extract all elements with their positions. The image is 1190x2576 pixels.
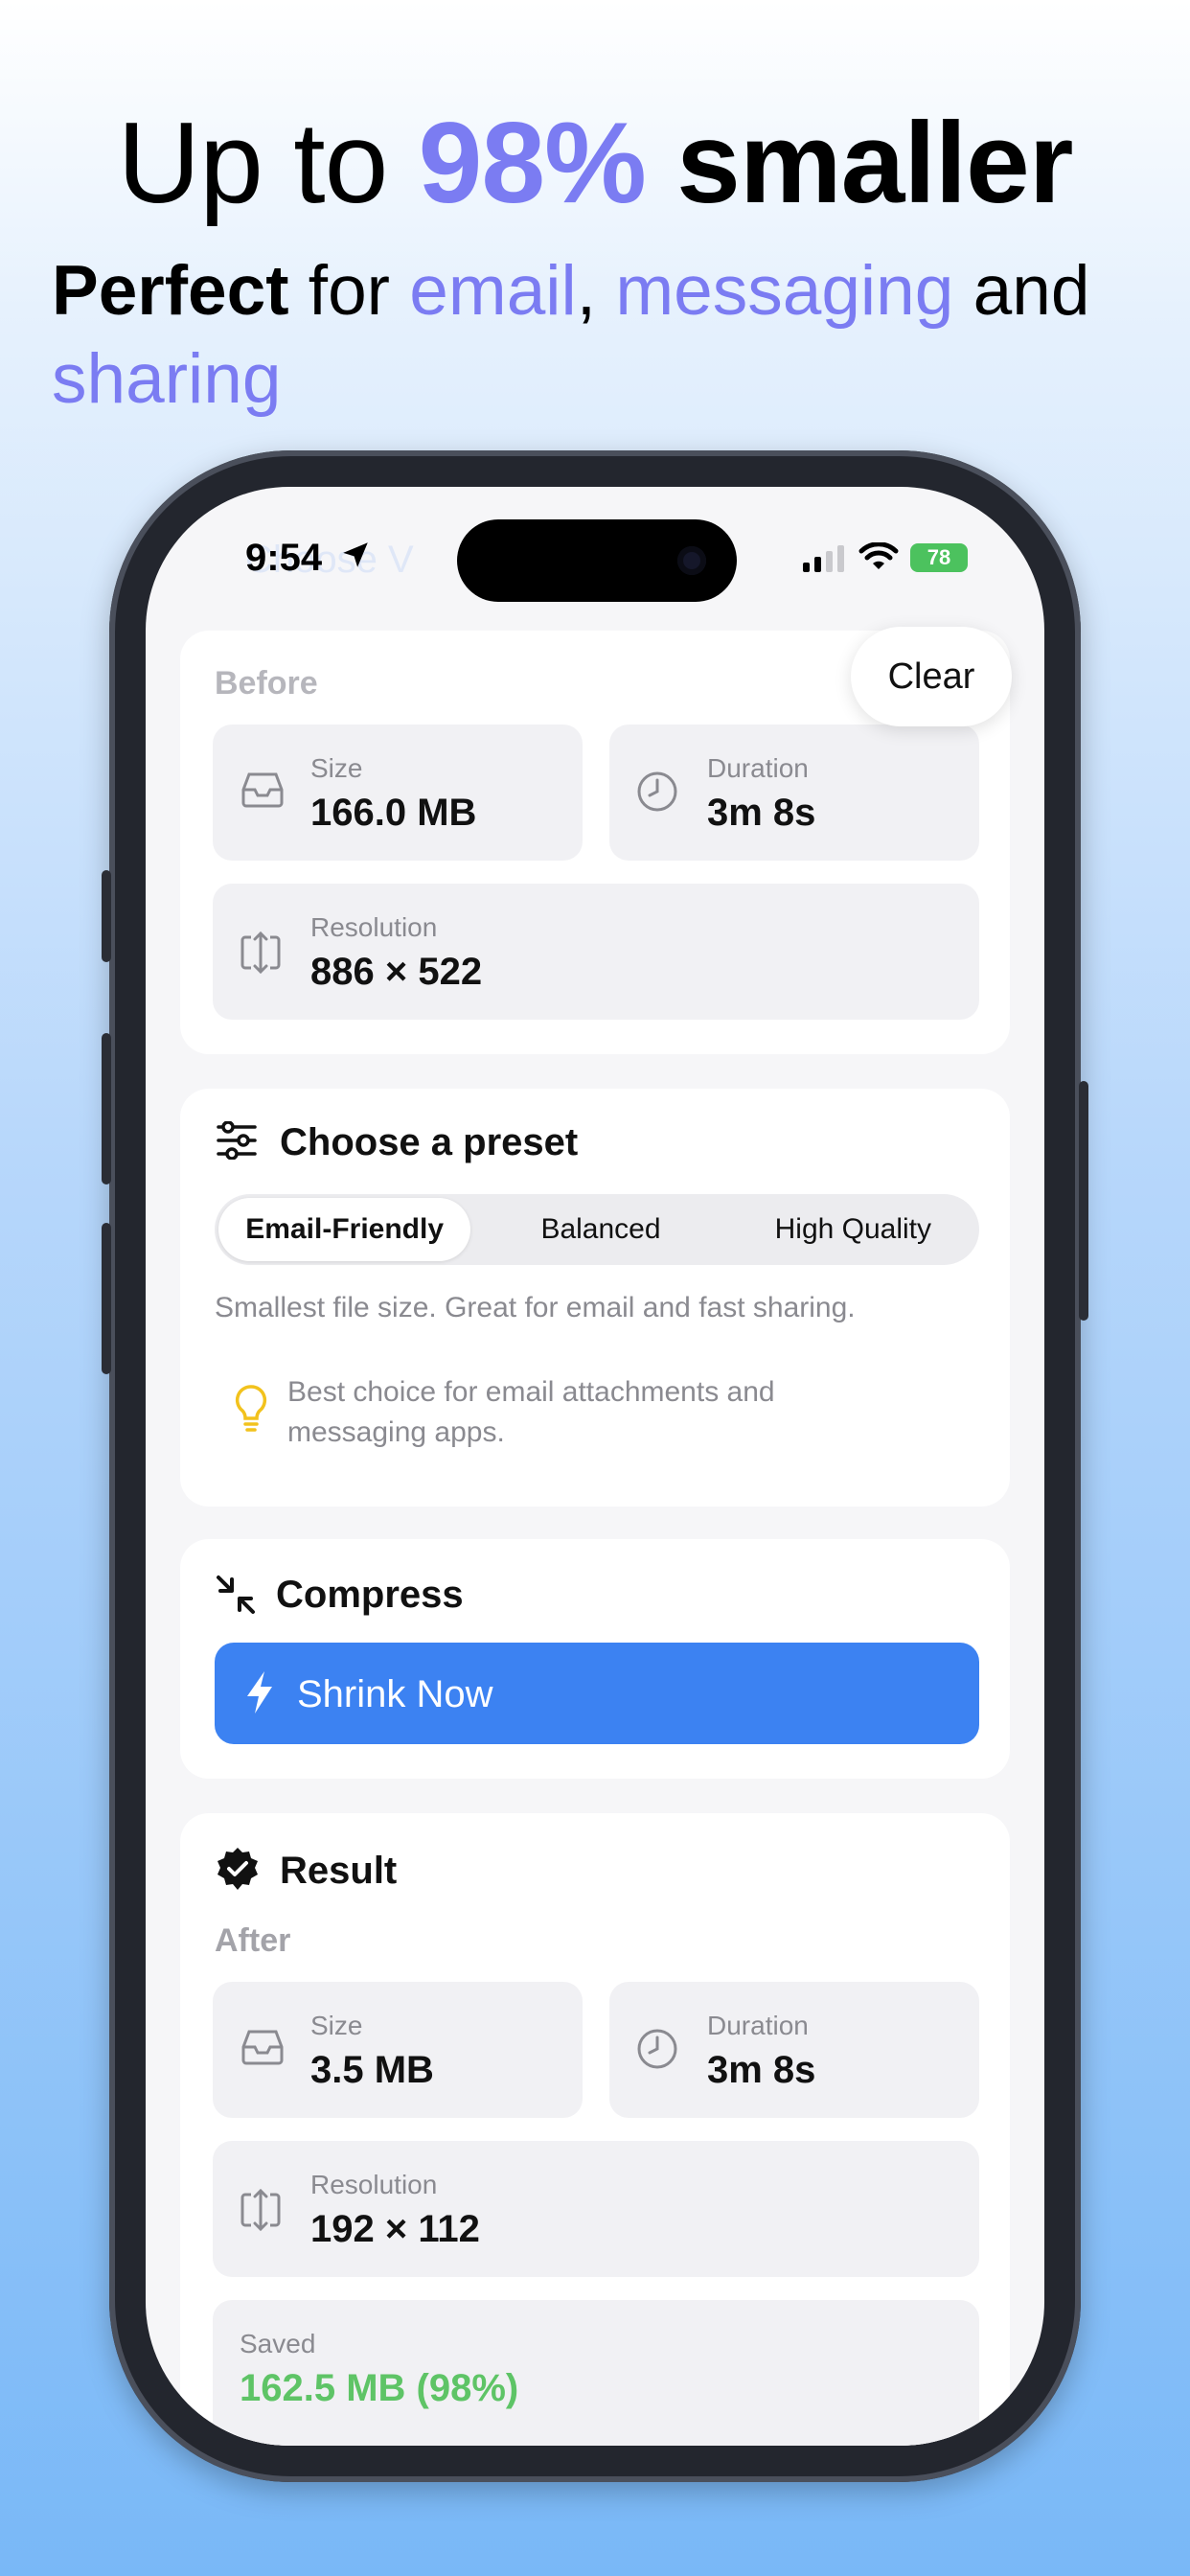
after-size-tile: Size 3.5 MB <box>213 1982 583 2118</box>
duration-value: 3m 8s <box>707 2049 816 2091</box>
resolution-value: 886 × 522 <box>310 951 483 993</box>
preset-segmented-control: Email-Friendly Balanced High Quality <box>215 1194 979 1265</box>
resize-icon <box>240 931 281 975</box>
verified-badge-icon <box>217 1848 258 1890</box>
preset-tip: Best choice for email attachments and me… <box>287 1376 775 1448</box>
preset-title: Choose a preset <box>280 1121 579 1163</box>
preset-option-balanced[interactable]: Balanced <box>474 1194 726 1265</box>
resolution-value: 192 × 112 <box>310 2208 480 2250</box>
marketing-subline: Perfect for email, messaging and sharing <box>52 247 1154 424</box>
status-indicators: 78 <box>801 542 968 573</box>
preset-option-high-quality[interactable]: High Quality <box>727 1194 979 1265</box>
duration-label: Duration <box>707 2011 809 2040</box>
duration-value: 3m 8s <box>707 792 816 834</box>
headline-pre: Up to <box>117 99 419 227</box>
subline-accent-sharing: sharing <box>52 340 282 418</box>
subline-strong: Perfect <box>52 252 289 330</box>
subline-text: for <box>288 252 410 330</box>
subline-accent-messaging: messaging <box>615 252 954 330</box>
phone-button <box>102 1033 111 1184</box>
before-size-tile: Size 166.0 MB <box>213 724 583 861</box>
tray-icon <box>241 2030 284 2065</box>
shrink-now-label: Shrink Now <box>297 1673 493 1715</box>
tray-icon <box>241 772 284 808</box>
status-time: 9:54 <box>245 537 323 579</box>
result-card: Result After Size 3.5 MB Duration 3m 8s … <box>180 1813 1010 2446</box>
dynamic-island <box>457 519 737 602</box>
before-label: Before <box>215 665 318 702</box>
preset-description: Smallest file size. Great for email and … <box>215 1292 856 1323</box>
location-arrow-icon <box>339 539 372 576</box>
after-duration-tile: Duration 3m 8s <box>609 1982 979 2118</box>
shrink-now-button[interactable]: Shrink Now <box>215 1643 979 1744</box>
resolution-label: Resolution <box>310 2170 438 2199</box>
size-value: 166.0 MB <box>310 792 477 834</box>
clock-icon <box>637 2029 677 2069</box>
subline-text: , <box>576 252 616 330</box>
signal-icon <box>803 545 844 572</box>
compress-title: Compress <box>276 1574 464 1616</box>
sliders-icon <box>217 1121 257 1160</box>
marketing-headline: Up to 98% smaller <box>0 96 1190 230</box>
size-label: Size <box>310 753 363 783</box>
preset-card: Choose a preset Email-Friendly Balanced … <box>180 1089 1010 1506</box>
size-label: Size <box>310 2011 363 2040</box>
compress-arrows-icon <box>217 1576 255 1614</box>
size-value: 3.5 MB <box>310 2049 434 2091</box>
clock-icon <box>637 771 677 812</box>
app-screen: Choose V 9:54 78 Before Size 166.0 MB Du… <box>146 487 1044 2446</box>
headline-accent: 98% <box>418 99 647 227</box>
bolt-icon <box>247 1671 272 1714</box>
battery-icon: 78 <box>910 543 968 572</box>
saved-value: 162.5 MB (98%) <box>240 2367 519 2409</box>
phone-button <box>1079 1081 1088 1321</box>
before-resolution-tile: Resolution 886 × 522 <box>213 884 979 1020</box>
duration-label: Duration <box>707 753 809 783</box>
preset-option-email-friendly[interactable]: Email-Friendly <box>218 1198 471 1261</box>
resolution-label: Resolution <box>310 912 438 942</box>
saved-label: Saved <box>240 2329 316 2358</box>
clear-button[interactable]: Clear <box>851 627 1012 726</box>
lightbulb-icon <box>235 1385 267 1432</box>
after-label: After <box>215 1922 291 1959</box>
camera-icon <box>677 546 706 575</box>
wifi-icon <box>858 542 899 569</box>
before-duration-tile: Duration 3m 8s <box>609 724 979 861</box>
subline-text: and <box>953 252 1090 330</box>
result-title: Result <box>280 1850 398 1892</box>
subline-accent-email: email <box>409 252 577 330</box>
saved-tile: Saved 162.5 MB (98%) <box>213 2300 979 2446</box>
after-resolution-tile: Resolution 192 × 112 <box>213 2141 979 2277</box>
phone-button <box>102 870 111 962</box>
resize-icon <box>240 2188 281 2232</box>
headline-post: smaller <box>645 99 1073 227</box>
compress-card: Compress Shrink Now <box>180 1539 1010 1779</box>
phone-button <box>102 1223 111 1374</box>
